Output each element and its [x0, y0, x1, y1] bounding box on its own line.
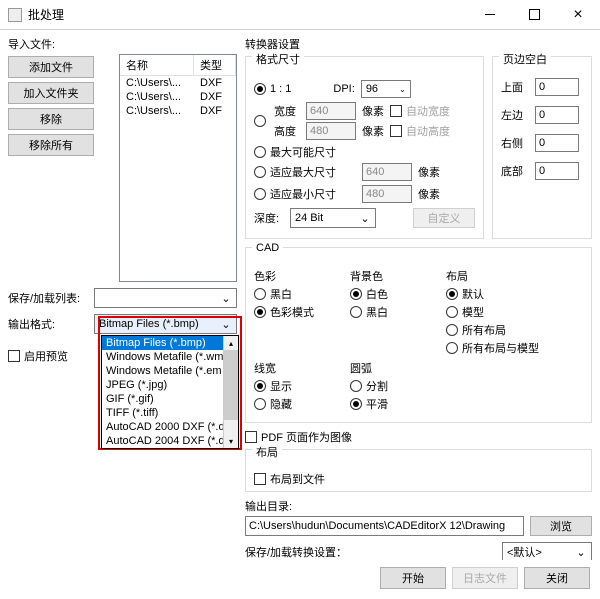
margin-bottom-input[interactable]	[535, 162, 579, 180]
max-size-radio[interactable]: 最大可能尺寸	[254, 144, 475, 160]
fit-max-radio[interactable]: 适应最大尺寸	[254, 164, 336, 180]
bg-white-radio[interactable]: 白色	[350, 286, 422, 302]
dpi-label: DPI:	[333, 83, 354, 95]
layout-default-radio[interactable]: 默认	[446, 286, 539, 302]
save-conv-combo[interactable]: <默认>⌄	[502, 542, 592, 560]
size-wh-radio[interactable]	[254, 115, 268, 127]
scroll-down-icon[interactable]: ▾	[224, 434, 238, 448]
margin-top-input[interactable]	[535, 78, 579, 96]
list-item[interactable]: C:\Users\...DXF	[120, 90, 236, 104]
arc-split-radio[interactable]: 分割	[350, 378, 422, 394]
lw-hide-radio[interactable]: 隐藏	[254, 396, 326, 412]
dd-option[interactable]: Bitmap Files (*.bmp)	[102, 336, 238, 350]
dd-option[interactable]: TIFF (*.tiff)	[102, 406, 238, 420]
app-icon	[8, 8, 22, 22]
layout-all-radio[interactable]: 所有布局	[446, 322, 539, 338]
height-input[interactable]	[306, 122, 356, 140]
dd-option[interactable]: GIF (*.gif)	[102, 392, 238, 406]
layout-group: 布局 布局到文件	[245, 449, 592, 492]
window-titlebar: 批处理 ×	[0, 0, 600, 30]
dpi-combo[interactable]: 96⌄	[361, 80, 411, 98]
col-type[interactable]: 类型	[194, 55, 236, 75]
save-list-combo[interactable]: ⌄	[94, 288, 237, 308]
maximize-button[interactable]	[512, 0, 556, 30]
auto-width-checkbox[interactable]: 自动宽度	[390, 103, 450, 119]
scroll-up-icon[interactable]: ▴	[224, 336, 238, 350]
remove-all-button[interactable]: 移除所有	[8, 134, 94, 156]
output-format-value: Bitmap Files (*.bmp)	[99, 318, 199, 330]
fit-min-input[interactable]	[362, 185, 412, 203]
width-input[interactable]	[306, 102, 356, 120]
add-folder-button[interactable]: 加入文件夹	[8, 82, 94, 104]
enable-preview-checkbox[interactable]: 启用预览	[8, 348, 68, 364]
output-format-dropdown[interactable]: Bitmap Files (*.bmp) Windows Metafile (*…	[101, 335, 239, 449]
layout-all-model-radio[interactable]: 所有布局与模型	[446, 340, 539, 356]
cad-group: CAD 色彩 黑白 色彩模式 背景色 白色 黑白 布局 默认 模型 所有布局	[245, 247, 592, 423]
dd-option[interactable]: JPEG (*.jpg)	[102, 378, 238, 392]
arc-smooth-radio[interactable]: 平滑	[350, 396, 422, 412]
dd-option[interactable]: AutoCAD 2004 DXF (*.dx	[102, 434, 238, 448]
remove-button[interactable]: 移除	[8, 108, 94, 130]
custom-button: 自定义	[413, 208, 475, 228]
ratio-1to1-radio[interactable]: 1 : 1	[254, 83, 291, 95]
minimize-button[interactable]	[468, 0, 512, 30]
dropdown-scrollbar[interactable]: ▴ ▾	[223, 336, 238, 448]
margin-right-input[interactable]	[535, 134, 579, 152]
close-button[interactable]: ×	[556, 0, 600, 30]
fit-min-radio[interactable]: 适应最小尺寸	[254, 186, 336, 202]
chevron-down-icon: ⌄	[357, 212, 373, 225]
bg-black-radio[interactable]: 黑白	[350, 304, 422, 320]
output-dir-label: 输出目录:	[245, 498, 592, 514]
auto-height-checkbox[interactable]: 自动高度	[390, 123, 450, 139]
save-conv-label: 保存/加载转换设置：	[245, 544, 347, 560]
list-item[interactable]: C:\Users\...DXF	[120, 104, 236, 118]
format-size-group: 格式尺寸 1 : 1 DPI: 96⌄ 宽度像素自动宽度 高度像素自动高度 最大…	[245, 56, 484, 239]
col-name[interactable]: 名称	[120, 55, 194, 75]
output-format-combo[interactable]: Bitmap Files (*.bmp) ⌄	[94, 314, 237, 334]
chevron-down-icon: ⌄	[218, 318, 234, 331]
save-list-label: 保存/加载列表:	[8, 290, 86, 306]
output-dir-input[interactable]	[245, 516, 524, 536]
chevron-down-icon: ⌄	[218, 292, 234, 305]
close-dialog-button[interactable]: 关闭	[524, 567, 590, 589]
scroll-thumb[interactable]	[224, 350, 238, 420]
browse-button[interactable]: 浏览	[530, 516, 592, 536]
file-list[interactable]: 名称 类型 C:\Users\...DXF C:\Users\...DXF C:…	[119, 54, 237, 282]
dd-option[interactable]: AutoCAD 2000 DXF (*.dx	[102, 420, 238, 434]
list-item[interactable]: C:\Users\...DXF	[120, 76, 236, 90]
dd-option[interactable]: Windows Metafile (*.wm	[102, 350, 238, 364]
depth-label: 深度:	[254, 210, 284, 226]
pdf-as-image-checkbox[interactable]: PDF 页面作为图像	[245, 429, 592, 445]
page-margin-group: 页边空白 上面 左边 右侧 底部	[492, 56, 592, 239]
fit-max-input[interactable]	[362, 163, 412, 181]
import-files-label: 导入文件:	[8, 36, 237, 52]
color-color-radio[interactable]: 色彩模式	[254, 304, 326, 320]
layout-to-file-checkbox[interactable]: 布局到文件	[254, 471, 583, 487]
window-title: 批处理	[28, 6, 468, 23]
lw-show-radio[interactable]: 显示	[254, 378, 326, 394]
add-file-button[interactable]: 添加文件	[8, 56, 94, 78]
depth-combo[interactable]: 24 Bit⌄	[290, 208, 376, 228]
converter-settings-label: 转换器设置	[245, 36, 592, 52]
chevron-down-icon: ⌄	[573, 546, 589, 559]
output-format-label: 输出格式:	[8, 316, 86, 332]
log-button: 日志文件	[452, 567, 518, 589]
margin-left-input[interactable]	[535, 106, 579, 124]
layout-model-radio[interactable]: 模型	[446, 304, 539, 320]
dd-option[interactable]: Windows Metafile (*.em	[102, 364, 238, 378]
color-bw-radio[interactable]: 黑白	[254, 286, 326, 302]
start-button[interactable]: 开始	[380, 567, 446, 589]
